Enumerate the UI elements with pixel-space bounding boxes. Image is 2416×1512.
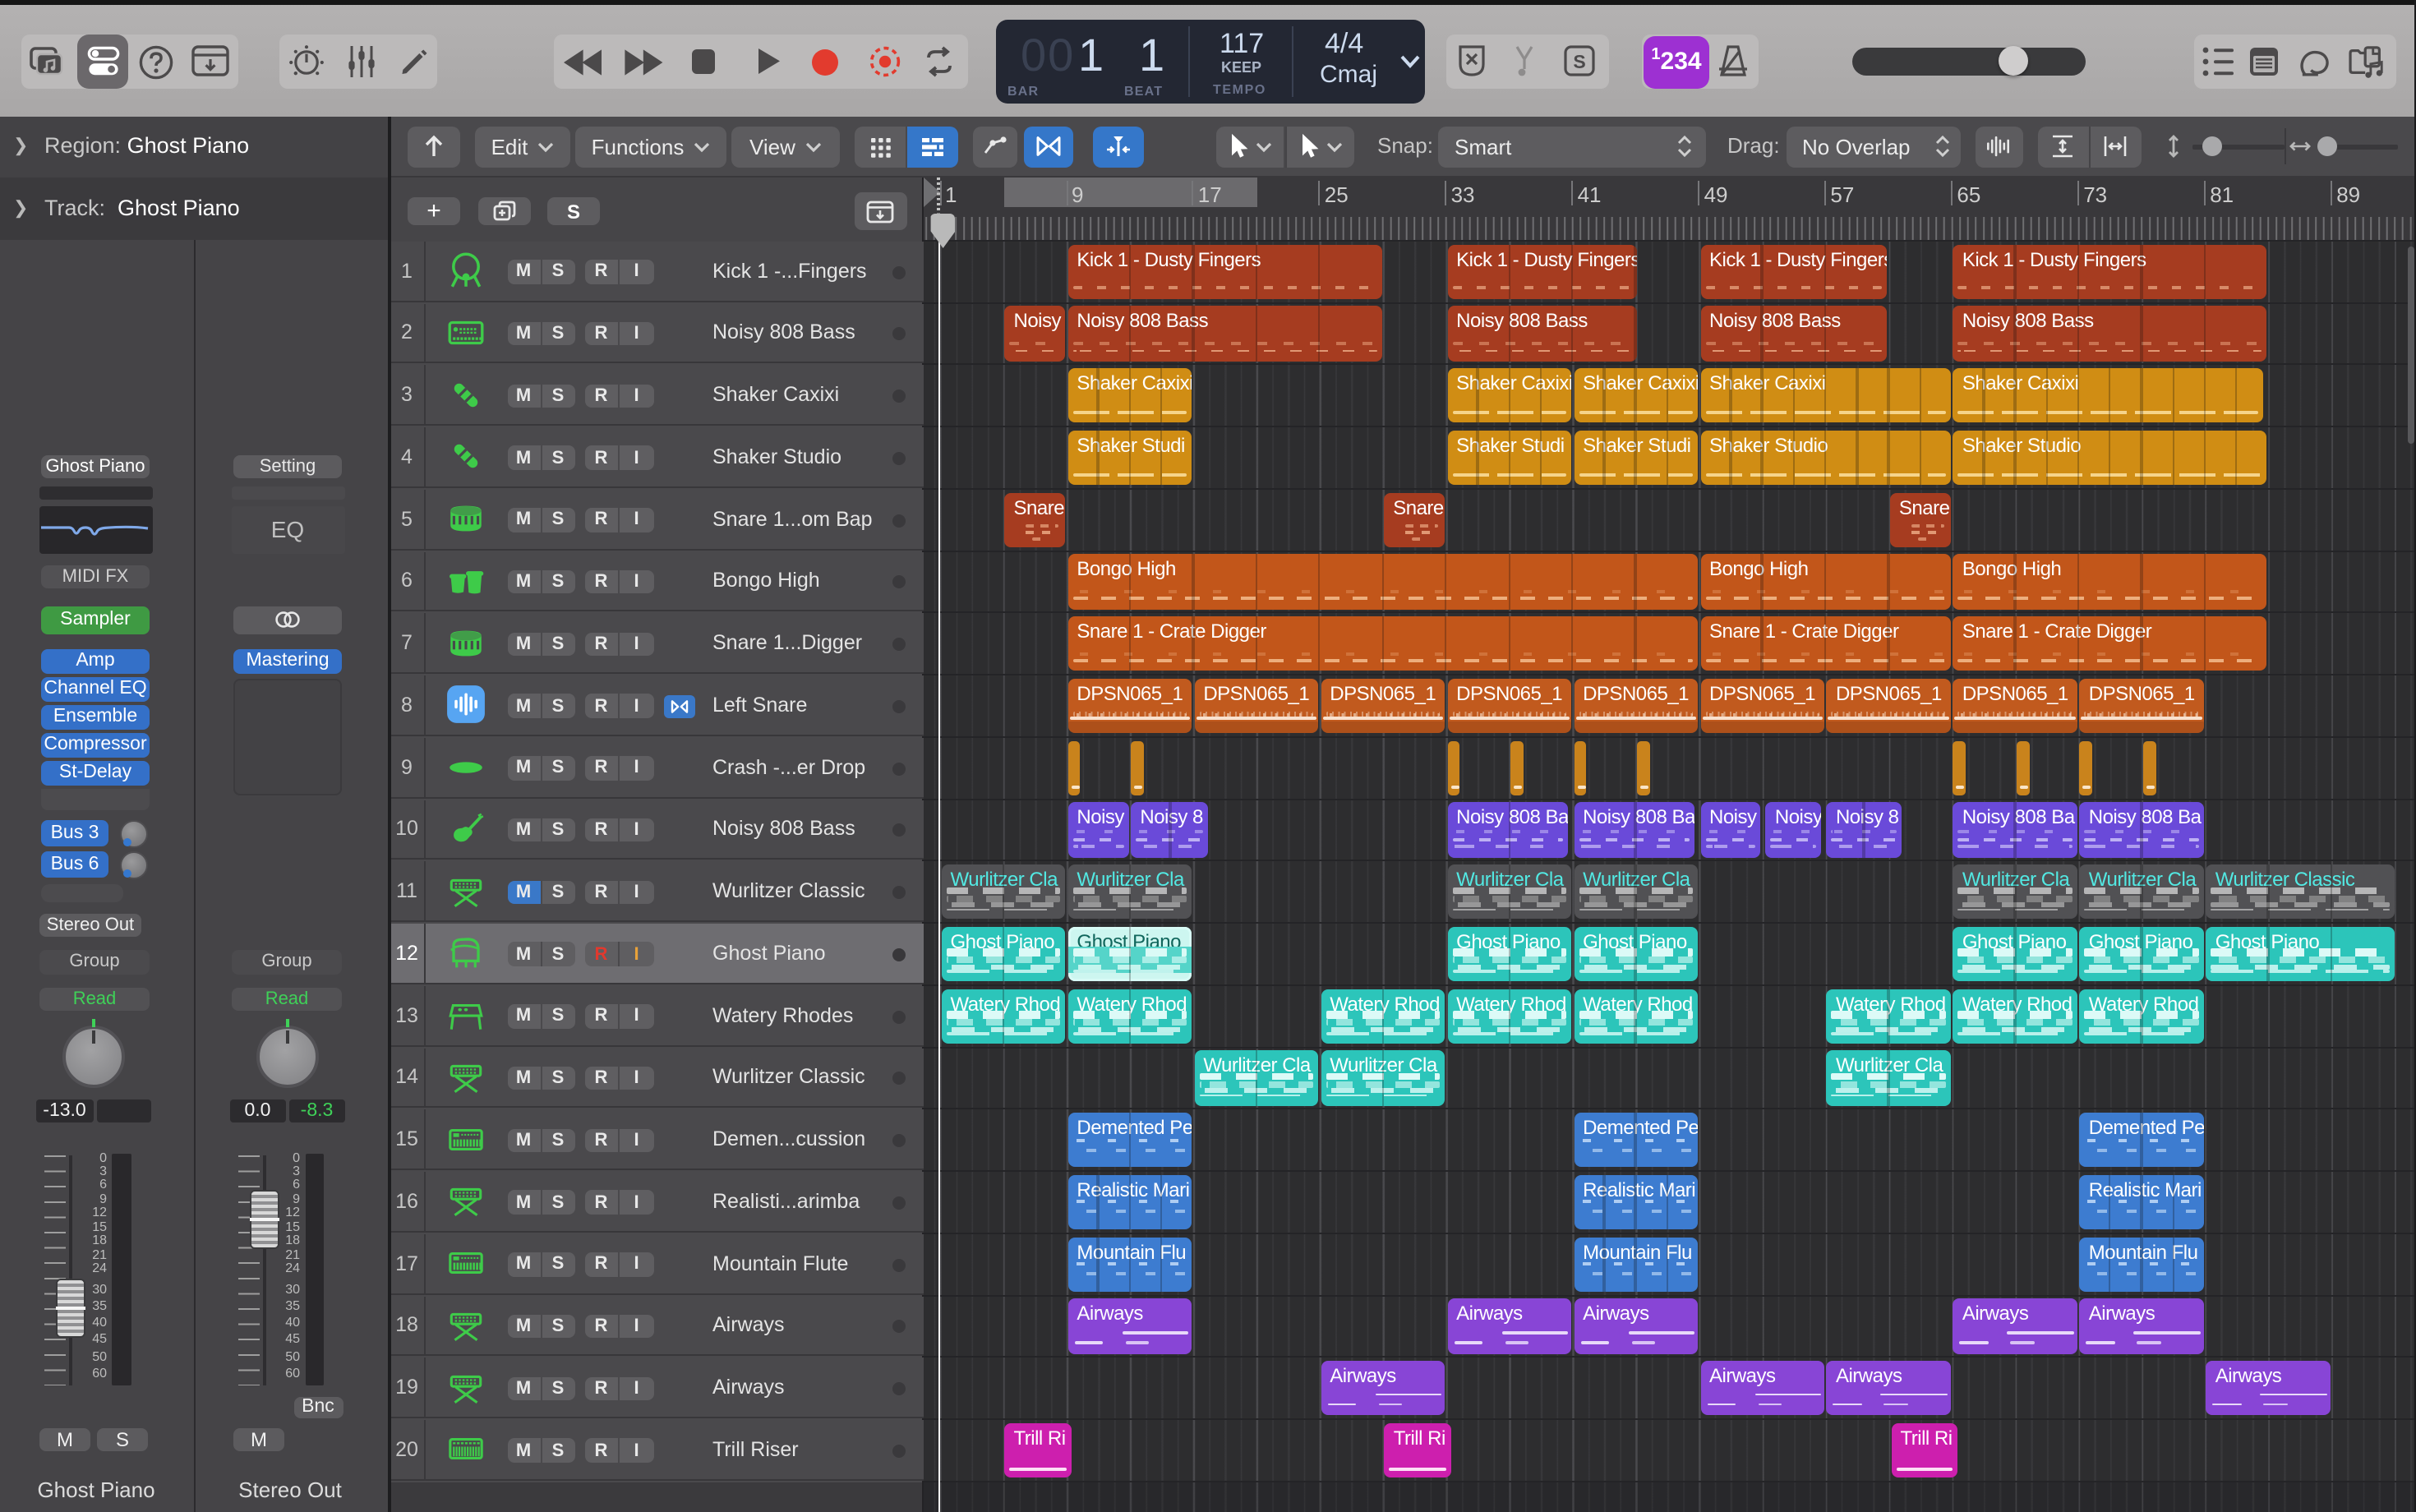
svg-text:S: S: [1573, 51, 1585, 72]
